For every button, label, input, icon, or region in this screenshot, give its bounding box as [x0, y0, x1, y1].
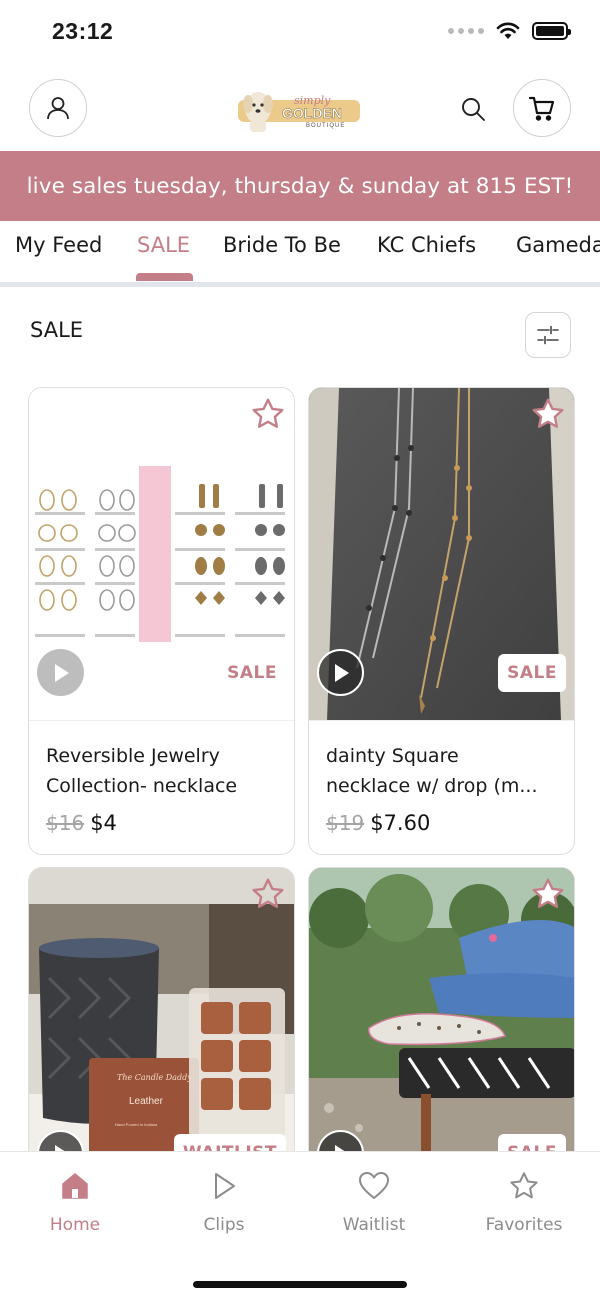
svg-text:GOLDEN: GOLDEN [282, 105, 342, 121]
user-icon [47, 97, 69, 120]
favorite-star-icon[interactable] [250, 876, 286, 912]
svg-text:Leather: Leather [129, 1096, 164, 1107]
product-image[interactable]: SALE [309, 868, 574, 1166]
cellular-signal-icon [448, 28, 484, 34]
product-image[interactable]: SALE [29, 388, 294, 721]
sale-price: $7.60 [370, 811, 431, 835]
product-title[interactable]: dainty Square necklace w/ drop (m... [326, 741, 557, 801]
bottom-navigation: Home Clips Waitlist Favorites [0, 1151, 600, 1299]
banner-text: live sales tuesday, thursday & sunday at… [26, 173, 574, 199]
wifi-icon [496, 22, 520, 39]
tab-kc-chiefs[interactable]: KC Chiefs [377, 233, 476, 257]
product-card[interactable]: SALE dainty Square necklace w/ drop (m..… [308, 387, 575, 855]
favorite-star-icon[interactable] [530, 876, 566, 912]
heart-outline-icon [359, 1172, 389, 1199]
home-indicator[interactable] [193, 1281, 407, 1288]
status-time: 23:12 [52, 18, 114, 44]
play-icon [54, 663, 69, 682]
nav-home[interactable]: Home [15, 1169, 135, 1235]
section-title: SALE [30, 318, 84, 342]
product-image[interactable]: SALE [309, 388, 574, 721]
product-price: $16 $4 [46, 811, 277, 835]
active-tab-indicator [136, 273, 193, 281]
play-video-button[interactable] [37, 649, 84, 696]
nav-favorites[interactable]: Favorites [464, 1169, 584, 1235]
play-outline-icon [215, 1173, 235, 1199]
favorite-star-icon[interactable] [530, 396, 566, 432]
tab-gameday[interactable]: Gameda [516, 233, 600, 257]
product-price: $19 $7.60 [326, 811, 557, 835]
search-button[interactable] [458, 94, 488, 124]
product-card[interactable]: SALE [308, 867, 575, 1167]
svg-text:BOUTIQUE: BOUTIQUE [306, 123, 345, 129]
nav-waitlist[interactable]: Waitlist [314, 1169, 434, 1235]
profile-button[interactable] [29, 79, 87, 137]
app-header: simply GOLDEN BOUTIQUE [0, 78, 600, 140]
svg-text:Hand Poured In Indiana: Hand Poured In Indiana [115, 1122, 158, 1127]
product-title[interactable]: Reversible Jewelry Collection- necklace [46, 741, 277, 801]
product-card[interactable]: SALE Reversible Jewelry Collection- neck… [28, 387, 295, 855]
svg-text:The Candle Daddy: The Candle Daddy [117, 1073, 192, 1082]
product-card[interactable]: The Candle Daddy Leather Hand Poured In … [28, 867, 295, 1167]
sale-price: $4 [90, 811, 117, 835]
sale-badge: SALE [498, 654, 566, 692]
filter-sliders-icon [537, 325, 559, 345]
star-outline-icon [510, 1172, 538, 1199]
play-video-button[interactable] [317, 649, 364, 696]
product-image[interactable]: The Candle Daddy Leather Hand Poured In … [29, 868, 294, 1166]
original-price: $16 [46, 811, 85, 835]
candle-wax-photo: The Candle Daddy Leather Hand Poured In … [29, 868, 294, 1166]
tab-my-feed[interactable]: My Feed [15, 233, 102, 257]
tabs-divider [0, 282, 600, 287]
home-icon [62, 1173, 88, 1199]
search-icon [462, 98, 485, 121]
sale-badge: SALE [227, 663, 277, 683]
sneakers-photo [309, 868, 574, 1166]
filter-button[interactable] [525, 312, 571, 358]
announcement-banner: live sales tuesday, thursday & sunday at… [0, 151, 600, 221]
status-bar: 23:12 [0, 0, 600, 66]
tab-sale[interactable]: SALE [137, 233, 190, 257]
play-icon [334, 663, 349, 682]
favorite-star-icon[interactable] [250, 396, 286, 432]
original-price: $19 [326, 811, 365, 835]
battery-icon [532, 22, 571, 40]
brand-logo: simply GOLDEN BOUTIQUE [238, 92, 360, 132]
category-tabs: My Feed SALE Bride To Be KC Chiefs Gamed… [0, 221, 600, 283]
nav-clips[interactable]: Clips [164, 1169, 284, 1235]
tab-bride-to-be[interactable]: Bride To Be [223, 233, 341, 257]
cart-icon [528, 96, 555, 121]
cart-button[interactable] [513, 79, 571, 137]
